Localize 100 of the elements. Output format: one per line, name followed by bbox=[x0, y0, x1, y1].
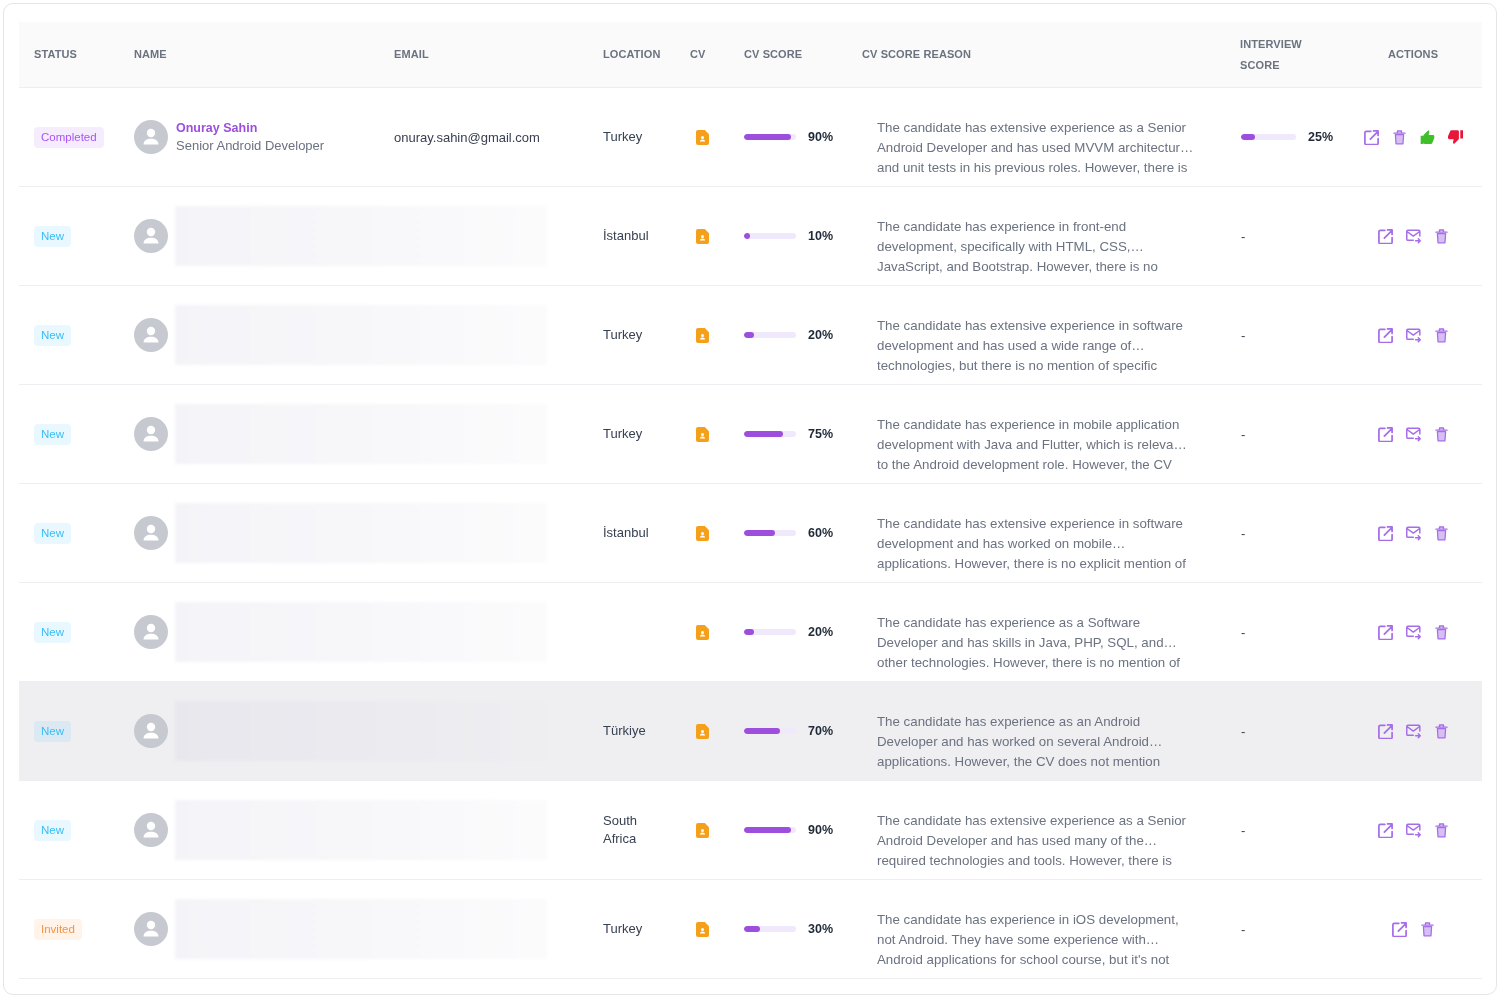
column-header: NAME bbox=[134, 47, 167, 62]
interview-score-value: - bbox=[1241, 327, 1246, 343]
document-icon[interactable] bbox=[695, 921, 709, 937]
external-link-icon bbox=[1363, 129, 1379, 145]
cv-score-value: 20% bbox=[808, 328, 834, 342]
document-icon[interactable] bbox=[695, 822, 709, 838]
delete-button[interactable] bbox=[1433, 327, 1449, 343]
email-text: onuray.sahin@gmail.com bbox=[394, 129, 540, 145]
column-header: CV SCORE REASON bbox=[862, 47, 972, 62]
open-button[interactable] bbox=[1391, 921, 1407, 937]
cv-score-reason-text: The candidate has experience as a Software Developer and has skills in Java, PHP, SQL, and… other technologies. However, there is no mention of bbox=[877, 614, 1181, 672]
email-button[interactable] bbox=[1405, 822, 1421, 838]
open-button[interactable] bbox=[1377, 426, 1393, 442]
delete-button[interactable] bbox=[1433, 525, 1449, 541]
external-link-icon bbox=[1377, 228, 1393, 244]
email-button[interactable] bbox=[1405, 426, 1421, 442]
delete-button[interactable] bbox=[1391, 129, 1407, 145]
column-header: CV bbox=[690, 47, 706, 62]
cv-score-value: 10% bbox=[808, 229, 834, 243]
candidate-name-link[interactable]: Onuray Sahin bbox=[176, 119, 325, 137]
location-text: Turkey bbox=[603, 128, 643, 146]
email-button[interactable] bbox=[1405, 327, 1421, 343]
cv-score-reason-text: The candidate has extensive experience as a Senior Android Developer and has used MVVM architectur… and unit tests in his previous roles. However, there is bbox=[877, 119, 1194, 177]
trash-icon bbox=[1434, 426, 1448, 442]
email-button[interactable] bbox=[1405, 723, 1421, 739]
cv-score-reason-text: The candidate has experience in iOS development, not Android. They have some experience with… Android applications for school course, but it's not bbox=[877, 911, 1179, 969]
cv-score-reason-text: The candidate has experience in mobile application development with Java and Flutter, which is releva… to the Android development role. However, the CV bbox=[877, 416, 1187, 474]
trash-icon bbox=[1434, 228, 1448, 244]
cv-score-reason-text: The candidate has extensive experience as a Senior Android Developer and has used many of the… required technologies and tools. However, there is bbox=[877, 812, 1186, 870]
open-button[interactable] bbox=[1377, 228, 1393, 244]
document-icon[interactable] bbox=[695, 327, 709, 343]
open-button[interactable] bbox=[1377, 723, 1393, 739]
email-button[interactable] bbox=[1405, 624, 1421, 640]
avatar-icon bbox=[134, 318, 168, 352]
cv-score-value: 60% bbox=[808, 526, 834, 540]
external-link-icon bbox=[1377, 525, 1393, 541]
avatar-icon bbox=[134, 714, 168, 748]
email-button[interactable] bbox=[1405, 525, 1421, 541]
delete-button[interactable] bbox=[1433, 426, 1449, 442]
interview-score-value: - bbox=[1241, 228, 1246, 244]
open-button[interactable] bbox=[1377, 624, 1393, 640]
approve-button[interactable] bbox=[1419, 129, 1435, 145]
external-link-icon bbox=[1377, 723, 1393, 739]
document-icon[interactable] bbox=[695, 624, 709, 640]
status-badge: New bbox=[34, 621, 71, 643]
cv-score-value: 90% bbox=[808, 823, 834, 837]
external-link-icon bbox=[1377, 822, 1393, 838]
delete-button[interactable] bbox=[1433, 228, 1449, 244]
delete-button[interactable] bbox=[1419, 921, 1435, 937]
delete-button[interactable] bbox=[1433, 723, 1449, 739]
external-link-icon bbox=[1377, 426, 1393, 442]
open-button[interactable] bbox=[1363, 129, 1379, 145]
location-text: South Africa bbox=[603, 812, 638, 848]
column-header: EMAIL bbox=[394, 47, 429, 62]
interview-score-value: - bbox=[1241, 822, 1246, 838]
trash-icon bbox=[1420, 921, 1434, 937]
external-link-icon bbox=[1391, 921, 1407, 937]
column-header: STATUS bbox=[34, 47, 77, 62]
mail-forward-icon bbox=[1405, 822, 1421, 838]
cv-score-reason-text: The candidate has experience as an Android Developer and has worked on several Android… applications. However, the CV does not mention bbox=[877, 713, 1163, 771]
table-row[interactable]: New Türkiye 70% The candidate has experience as an Android Developer and has worked on several Android… applications. However, the CV does not mention - bbox=[19, 682, 1482, 781]
location-text: Türkiye bbox=[603, 722, 646, 740]
document-icon[interactable] bbox=[695, 426, 709, 442]
open-button[interactable] bbox=[1377, 327, 1393, 343]
cv-score-reason-text: The candidate has extensive experience in software development and has worked on mobile… applications. However, there is no explicit mention of bbox=[877, 515, 1186, 573]
job-title-text: Senior Android Developer bbox=[176, 137, 325, 155]
column-header: CV SCORE bbox=[744, 47, 803, 62]
interview-score-value: - bbox=[1241, 525, 1246, 541]
open-button[interactable] bbox=[1377, 525, 1393, 541]
interview-score-value: - bbox=[1241, 624, 1246, 640]
interview-score-value: - bbox=[1241, 723, 1246, 739]
avatar-icon bbox=[134, 120, 168, 154]
reject-button[interactable] bbox=[1447, 129, 1463, 145]
trash-icon bbox=[1434, 624, 1448, 640]
avatar-icon bbox=[134, 615, 168, 649]
email-button[interactable] bbox=[1405, 228, 1421, 244]
interview-score-value: - bbox=[1241, 426, 1246, 442]
location-text: İstanbul bbox=[603, 227, 649, 245]
document-icon[interactable] bbox=[695, 525, 709, 541]
avatar-icon bbox=[134, 813, 168, 847]
open-button[interactable] bbox=[1377, 822, 1393, 838]
mail-forward-icon bbox=[1405, 624, 1421, 640]
column-header: ACTIONS bbox=[1387, 47, 1439, 62]
cv-score-value: 75% bbox=[808, 427, 834, 441]
cv-score-value: 20% bbox=[808, 625, 834, 639]
mail-forward-icon bbox=[1405, 525, 1421, 541]
status-badge: New bbox=[34, 522, 71, 544]
delete-button[interactable] bbox=[1433, 624, 1449, 640]
avatar-icon bbox=[134, 219, 168, 253]
status-badge: New bbox=[34, 423, 71, 445]
delete-button[interactable] bbox=[1433, 822, 1449, 838]
mail-forward-icon bbox=[1405, 426, 1421, 442]
trash-icon bbox=[1392, 129, 1406, 145]
mail-forward-icon bbox=[1405, 327, 1421, 343]
column-header: INTERVIEW SCORE bbox=[1240, 36, 1303, 73]
mail-forward-icon bbox=[1405, 228, 1421, 244]
document-icon[interactable] bbox=[695, 129, 709, 145]
document-icon[interactable] bbox=[695, 228, 709, 244]
location-text: Turkey bbox=[603, 326, 643, 344]
document-icon[interactable] bbox=[695, 723, 709, 739]
